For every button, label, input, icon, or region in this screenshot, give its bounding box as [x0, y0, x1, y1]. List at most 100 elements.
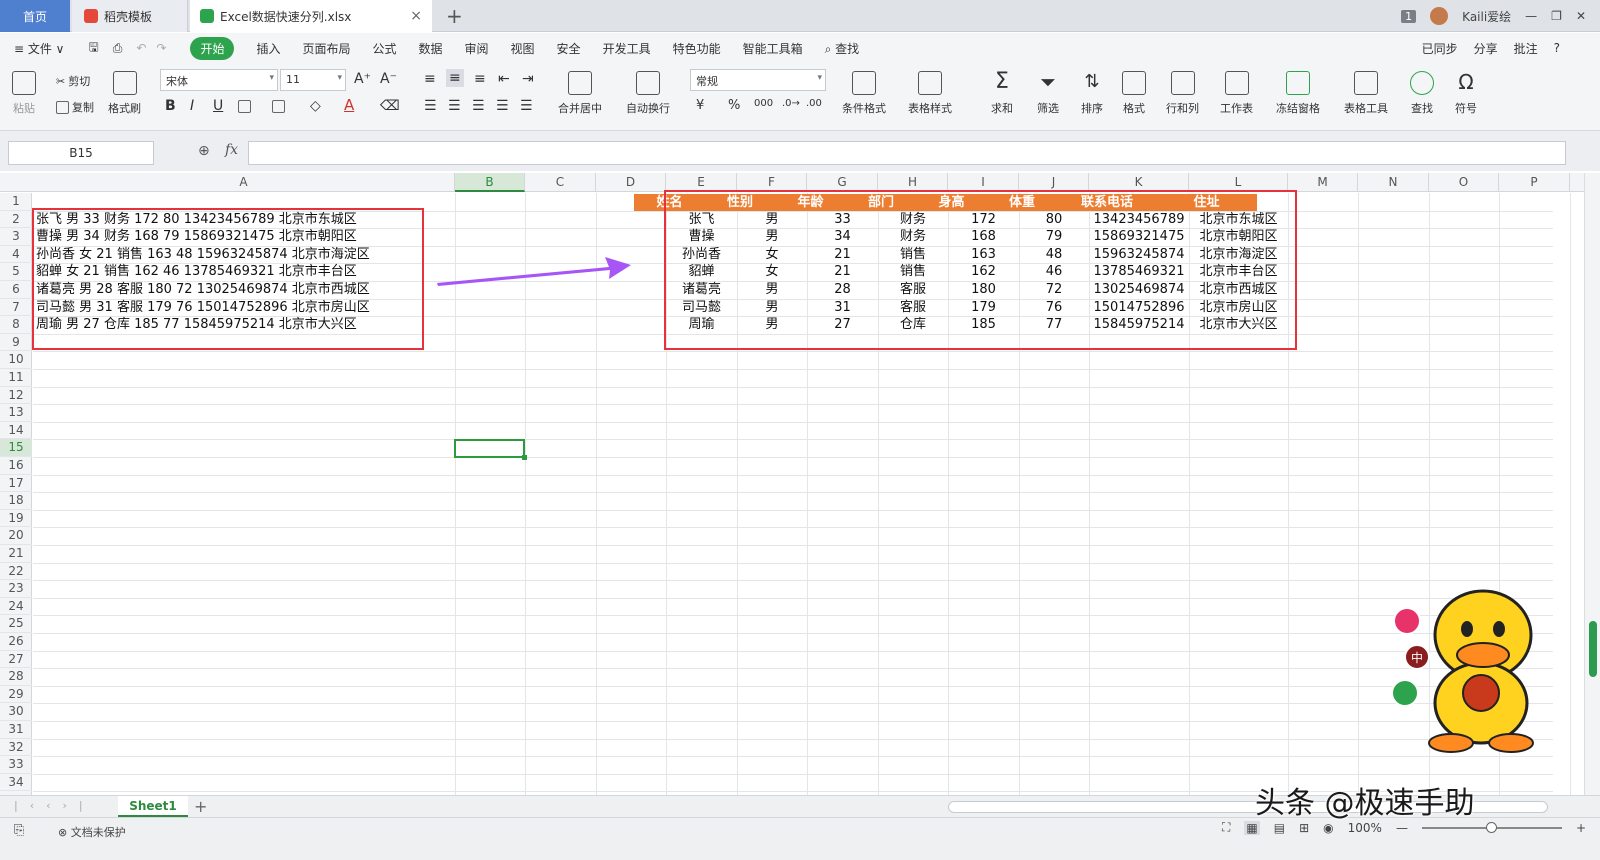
column-header-c[interactable]: C [525, 173, 596, 192]
fill-color-icon[interactable]: ◇ [310, 98, 321, 114]
eraser-icon[interactable]: ⌫ [380, 98, 400, 114]
paste-button[interactable]: 粘贴 [12, 71, 36, 116]
zoom-formula-icon[interactable]: ⊕ [198, 143, 210, 159]
bold-icon[interactable]: B [165, 98, 176, 114]
row-header-15[interactable]: 15 [0, 439, 32, 457]
column-header-n[interactable]: N [1358, 173, 1429, 192]
table-tools-button[interactable]: 表格工具 [1344, 71, 1388, 116]
row-header-3[interactable]: 3 [0, 228, 32, 246]
print-icon[interactable]: ⎙ [113, 41, 123, 56]
add-sheet-icon[interactable]: + [194, 797, 207, 816]
align-middle-icon[interactable]: ≡ [446, 69, 464, 87]
align-center-icon[interactable]: ☰ [448, 98, 461, 114]
row-header-34[interactable]: 34 [0, 774, 32, 792]
restore-icon[interactable]: ❐ [1551, 9, 1562, 23]
zoom-slider-handle[interactable] [1485, 821, 1497, 833]
normal-view-icon[interactable]: ▦ [1244, 820, 1260, 835]
menu-features[interactable]: 特色功能 [673, 40, 721, 57]
sheet-tab-sheet1[interactable]: Sheet1 [118, 796, 188, 817]
fx-icon[interactable]: fx [225, 142, 238, 158]
column-header-d[interactable]: D [596, 173, 666, 192]
scroll-thumb[interactable] [1589, 621, 1597, 677]
row-header-23[interactable]: 23 [0, 580, 32, 598]
font-color-icon[interactable]: A [344, 96, 354, 114]
column-header-b[interactable]: B [455, 173, 525, 192]
format-painter-button[interactable]: 格式刷 [108, 71, 141, 116]
row-header-10[interactable]: 10 [0, 351, 32, 369]
indent-increase-icon[interactable]: ⇥ [522, 71, 534, 87]
user-name[interactable]: Kaili爱绘 [1462, 8, 1511, 25]
menu-formula[interactable]: 公式 [372, 40, 396, 57]
window-count-badge[interactable]: 1 [1401, 9, 1417, 23]
doc-protect-status[interactable]: ⊗ 文档未保护 [58, 824, 126, 840]
eye-protect-icon[interactable]: ◉ [1323, 821, 1333, 835]
font-name-select[interactable]: 宋体 [160, 69, 278, 91]
format-button[interactable]: 格式 [1122, 71, 1146, 116]
number-format-select[interactable]: 常规 [690, 69, 826, 91]
align-top-icon[interactable]: ≡ [424, 71, 436, 87]
zoom-level[interactable]: 100% [1348, 821, 1382, 835]
row-header-17[interactable]: 17 [0, 475, 32, 493]
close-tab-icon[interactable]: × [410, 8, 422, 24]
menu-start[interactable]: 开始 [190, 36, 235, 60]
copy-button[interactable]: 复制 [56, 99, 94, 115]
font-size-select[interactable]: 11 [280, 69, 346, 91]
italic-icon[interactable]: I [190, 98, 194, 114]
row-col-button[interactable]: 行和列 [1166, 71, 1199, 116]
align-bottom-icon[interactable]: ≡ [474, 71, 486, 87]
row-header-5[interactable]: 5 [0, 263, 32, 281]
menu-data[interactable]: 数据 [419, 40, 443, 57]
row-header-14[interactable]: 14 [0, 422, 32, 440]
help-button[interactable]: ? [1554, 41, 1560, 55]
table-style-button[interactable]: 表格样式 [908, 71, 952, 116]
column-header-a[interactable]: A [33, 173, 455, 192]
justify-icon[interactable]: ☰ [496, 98, 509, 114]
menu-search[interactable]: ⌕ 查找 [825, 40, 860, 57]
freeze-panes-button[interactable]: 冻结窗格 [1276, 71, 1320, 116]
filter-button[interactable]: ⏷ 筛选 [1036, 71, 1060, 116]
row-header-8[interactable]: 8 [0, 316, 32, 334]
thousands-icon[interactable]: 000 [754, 98, 773, 109]
tab-home[interactable]: 首页 [0, 0, 70, 32]
column-header-o[interactable]: O [1429, 173, 1499, 192]
page-layout-icon[interactable]: ▤ [1274, 821, 1285, 835]
row-header-31[interactable]: 31 [0, 721, 32, 739]
row-header-26[interactable]: 26 [0, 633, 32, 651]
share-button[interactable]: 分享 [1474, 40, 1498, 57]
row-header-33[interactable]: 33 [0, 756, 32, 774]
new-tab-button[interactable]: + [446, 4, 463, 28]
sheet-nav-arrows[interactable]: |‹‹›| [14, 799, 95, 812]
menu-file[interactable]: ≡ 文件 ∨ [14, 40, 64, 57]
row-header-13[interactable]: 13 [0, 404, 32, 422]
row-header-20[interactable]: 20 [0, 527, 32, 545]
sync-button[interactable]: 已同步 [1422, 40, 1458, 57]
fullscreen-icon[interactable]: ⛶ [1222, 820, 1230, 835]
decrease-font-icon[interactable]: A⁻ [380, 71, 397, 87]
name-box[interactable]: B15 [8, 141, 154, 165]
row-header-12[interactable]: 12 [0, 387, 32, 405]
vertical-scrollbar[interactable] [1584, 173, 1600, 795]
align-right-icon[interactable]: ☰ [472, 98, 485, 114]
symbol-button[interactable]: Ω 符号 [1454, 71, 1478, 116]
cell-area[interactable]: 张飞 男 33 财务 172 80 13423456789 北京市东城区 曹操 男… [32, 190, 1571, 795]
indent-decrease-icon[interactable]: ⇤ [498, 71, 510, 87]
zoom-in-icon[interactable]: + [1576, 821, 1586, 835]
menu-insert[interactable]: 插入 [256, 40, 280, 57]
increase-font-icon[interactable]: A⁺ [354, 71, 371, 87]
row-header-9[interactable]: 9 [0, 334, 32, 352]
zoom-out-icon[interactable]: — [1396, 821, 1408, 835]
row-header-7[interactable]: 7 [0, 299, 32, 317]
status-doc-icon[interactable]: ⎘ [14, 823, 24, 838]
merge-center-button[interactable]: 合并居中 [558, 71, 602, 116]
fill-style-icon[interactable] [272, 100, 285, 113]
find-button[interactable]: 查找 [1410, 71, 1434, 116]
underline-icon[interactable]: U [213, 98, 223, 114]
menu-developer[interactable]: 开发工具 [603, 40, 651, 57]
distributed-icon[interactable]: ☰ [520, 98, 533, 114]
row-header-24[interactable]: 24 [0, 598, 32, 616]
row-header-4[interactable]: 4 [0, 246, 32, 264]
menu-security[interactable]: 安全 [557, 40, 581, 57]
save-icon[interactable]: 🖫 [88, 38, 98, 59]
formula-input[interactable] [248, 141, 1566, 165]
row-header-29[interactable]: 29 [0, 686, 32, 704]
